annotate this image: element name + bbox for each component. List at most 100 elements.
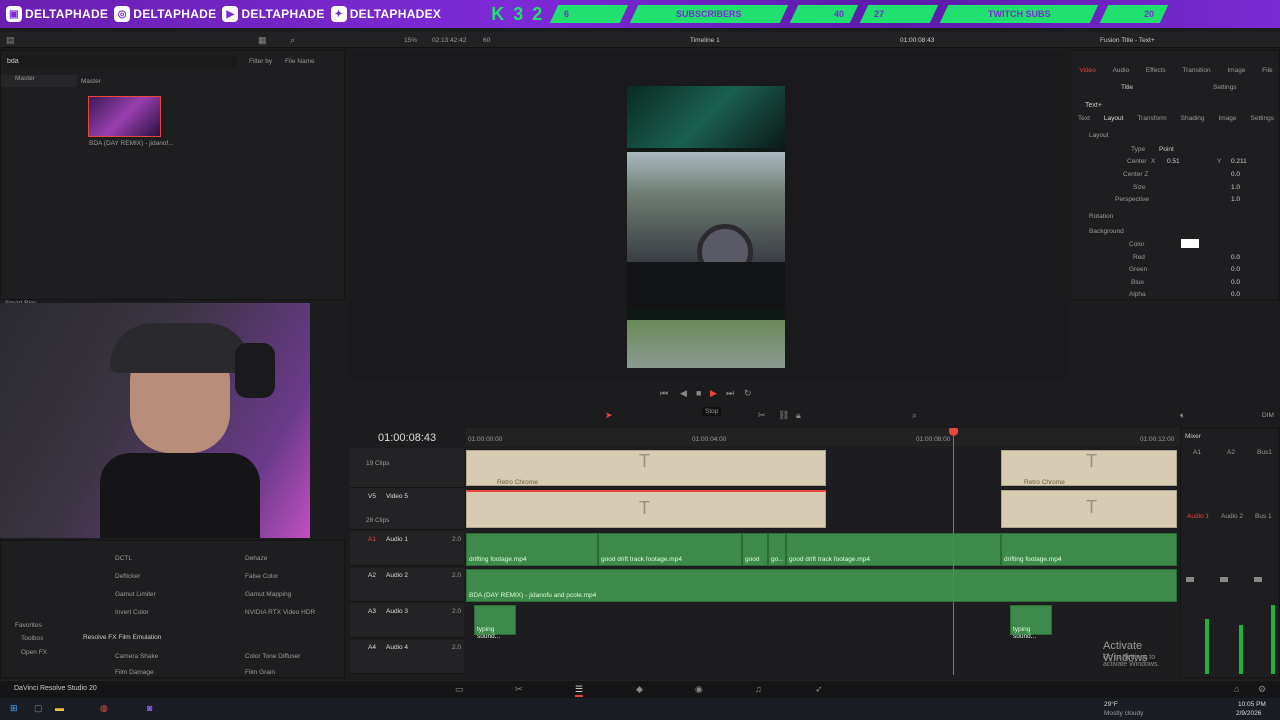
media-search-input[interactable] bbox=[7, 55, 237, 67]
audio-clip[interactable]: typing sound... bbox=[1010, 605, 1052, 640]
fader-handle[interactable] bbox=[1220, 577, 1228, 582]
center-y-field[interactable]: 0.211 bbox=[1231, 158, 1247, 165]
lock-icon[interactable]: 🔒︎ bbox=[796, 410, 801, 421]
effect-item[interactable]: Dehaze bbox=[211, 555, 267, 562]
effect-item[interactable]: False Color bbox=[211, 573, 278, 580]
clock-date[interactable]: 2/9/2026 bbox=[1236, 710, 1261, 717]
track-header-v5[interactable]: V5 Video 5 28 Clips bbox=[350, 488, 464, 530]
tab-image[interactable]: Image bbox=[1227, 67, 1245, 74]
effect-item[interactable]: Film Grain bbox=[211, 669, 275, 676]
audio-clip[interactable]: good drift track footage.mp4 bbox=[598, 533, 742, 566]
green-field[interactable]: 0.0 bbox=[1231, 266, 1240, 273]
effect-item[interactable]: NVIDIA RTX Video HDR bbox=[211, 609, 315, 616]
clip-thumbnail[interactable] bbox=[88, 96, 161, 137]
section-layout[interactable]: Layout bbox=[1089, 132, 1109, 139]
section-rotation[interactable]: Rotation bbox=[1089, 213, 1113, 220]
timeline-ruler[interactable]: 01:00:00:00 01:00:04:00 01:00:08:00 01:0… bbox=[466, 428, 1180, 446]
audio-clip[interactable]: typing sound... bbox=[474, 605, 516, 640]
weather-desc[interactable]: Mostly cloudy bbox=[1104, 710, 1143, 717]
loop-icon[interactable]: ↻ bbox=[744, 388, 752, 399]
fairlight-page-icon[interactable]: ♫ bbox=[755, 684, 762, 694]
panel-toggle-icon[interactable]: ▤ bbox=[6, 35, 15, 46]
chrome-icon[interactable]: ◍ bbox=[100, 703, 108, 714]
effect-item[interactable]: Film Damage bbox=[81, 669, 211, 676]
media-page-icon[interactable]: ▭ bbox=[455, 684, 464, 695]
color-page-icon[interactable]: ◉ bbox=[695, 684, 703, 695]
effect-item[interactable]: Camera Shake bbox=[81, 653, 211, 660]
zoom-level[interactable]: 15% bbox=[404, 37, 417, 44]
red-field[interactable]: 0.0 bbox=[1231, 254, 1240, 261]
settings-icon[interactable]: ⚙ bbox=[1258, 684, 1266, 695]
fader-handle[interactable] bbox=[1186, 577, 1194, 582]
windows-start-icon[interactable]: ⊞ bbox=[10, 703, 18, 714]
tab-video[interactable]: Video bbox=[1079, 67, 1096, 74]
ftab-layout[interactable]: Layout bbox=[1104, 115, 1124, 122]
audio-clip[interactable]: BDA (DAY REMIX) - jidanofu and pcole.mp4 bbox=[466, 569, 1177, 602]
play-reverse-icon[interactable]: ◀ bbox=[680, 388, 687, 399]
toolbox-item[interactable]: Toolbox bbox=[21, 635, 43, 642]
title-clip[interactable]: T bbox=[1001, 490, 1177, 528]
subtab-title[interactable]: Title bbox=[1121, 84, 1133, 91]
dim-button[interactable]: DIM bbox=[1262, 412, 1274, 419]
ftab-shading[interactable]: Shading bbox=[1181, 115, 1205, 122]
subtab-settings[interactable]: Settings bbox=[1213, 84, 1237, 91]
filter-select[interactable]: File Name bbox=[285, 58, 315, 65]
openfx-item[interactable]: Open FX bbox=[21, 649, 47, 656]
ftab-settings[interactable]: Settings bbox=[1251, 115, 1275, 122]
play-icon[interactable]: ▶ bbox=[710, 388, 717, 399]
clock-time[interactable]: 10:05 PM bbox=[1238, 701, 1266, 708]
track-header-a3[interactable]: A3 Audio 3 2.0 bbox=[350, 604, 464, 638]
blue-field[interactable]: 0.0 bbox=[1231, 279, 1240, 286]
center-x-field[interactable]: 0.51 bbox=[1167, 158, 1180, 165]
ftab-image[interactable]: Image bbox=[1218, 115, 1236, 122]
centerz-field[interactable]: 0.0 bbox=[1231, 171, 1240, 178]
size-field[interactable]: 1.0 bbox=[1231, 184, 1240, 191]
tab-audio[interactable]: Audio bbox=[1113, 67, 1130, 74]
edit-page-icon[interactable]: ☰ bbox=[575, 684, 584, 697]
home-icon[interactable]: ⌂ bbox=[1234, 684, 1239, 694]
razor-icon[interactable]: ✂ bbox=[758, 410, 766, 421]
selection-tool-icon[interactable]: ➤ bbox=[605, 410, 613, 421]
audio-clip[interactable]: drifting footage.mp4 bbox=[466, 533, 598, 566]
audio-clip[interactable]: good bbox=[742, 533, 768, 566]
bin-master[interactable]: Master bbox=[1, 75, 35, 82]
deliver-page-icon[interactable]: ➶ bbox=[815, 684, 823, 695]
ftab-transform[interactable]: Transform bbox=[1137, 115, 1166, 122]
task-view-icon[interactable]: ▢ bbox=[34, 703, 43, 714]
color-swatch[interactable] bbox=[1181, 239, 1199, 248]
section-background[interactable]: Background bbox=[1089, 228, 1124, 235]
timeline-name[interactable]: Timeline 1 bbox=[690, 37, 720, 44]
effect-item[interactable]: Invert Color bbox=[81, 609, 211, 616]
effect-item[interactable]: Color Tone Diffuser bbox=[211, 653, 300, 660]
title-clip[interactable]: T bbox=[466, 490, 826, 528]
audio-clip[interactable]: drifting footage.mp4 bbox=[1001, 533, 1177, 566]
file-explorer-icon[interactable]: ▬ bbox=[55, 703, 64, 713]
playhead[interactable] bbox=[953, 430, 954, 675]
perspective-field[interactable]: 1.0 bbox=[1231, 196, 1240, 203]
effect-item[interactable]: DCTL bbox=[81, 555, 211, 562]
title-clip[interactable]: T Retro Chrome bbox=[1001, 450, 1177, 486]
fader-handle[interactable] bbox=[1254, 577, 1262, 582]
skip-forward-icon[interactable]: ⏭ bbox=[726, 388, 734, 399]
ftab-text[interactable]: Text bbox=[1078, 115, 1090, 122]
zoom-icon[interactable]: ⌕ bbox=[912, 410, 917, 421]
preview-frame[interactable] bbox=[627, 86, 785, 368]
title-clip[interactable]: T Retro Chrome bbox=[466, 450, 826, 486]
stop-icon[interactable]: ■ bbox=[696, 388, 701, 398]
track-header-a4[interactable]: A4 Audio 4 2.0 bbox=[350, 640, 464, 674]
tab-file[interactable]: File bbox=[1262, 67, 1272, 74]
tab-effects[interactable]: Effects bbox=[1146, 67, 1166, 74]
speaker-icon[interactable]: 🔈︎ bbox=[1180, 410, 1185, 421]
grid-view-icon[interactable]: ▦ bbox=[258, 35, 267, 46]
favorites-item[interactable]: Favorites bbox=[15, 622, 42, 629]
effect-item[interactable]: Gamut Mapping bbox=[211, 591, 291, 598]
skip-back-icon[interactable]: ⏮ bbox=[660, 388, 668, 399]
track-header-v6[interactable]: 19 Clips bbox=[350, 448, 464, 488]
audio-clip[interactable]: go... bbox=[768, 533, 786, 566]
effect-item[interactable]: Deflicker bbox=[81, 573, 211, 580]
discord-icon[interactable]: ◙ bbox=[147, 703, 152, 713]
cut-page-icon[interactable]: ✂ bbox=[515, 684, 523, 695]
effect-item[interactable]: Gamut Limiter bbox=[81, 591, 211, 598]
audio-clip[interactable]: good drift track footage.mp4 bbox=[786, 533, 1001, 566]
track-header-a1[interactable]: A1 Audio 1 2.0 bbox=[350, 532, 464, 566]
